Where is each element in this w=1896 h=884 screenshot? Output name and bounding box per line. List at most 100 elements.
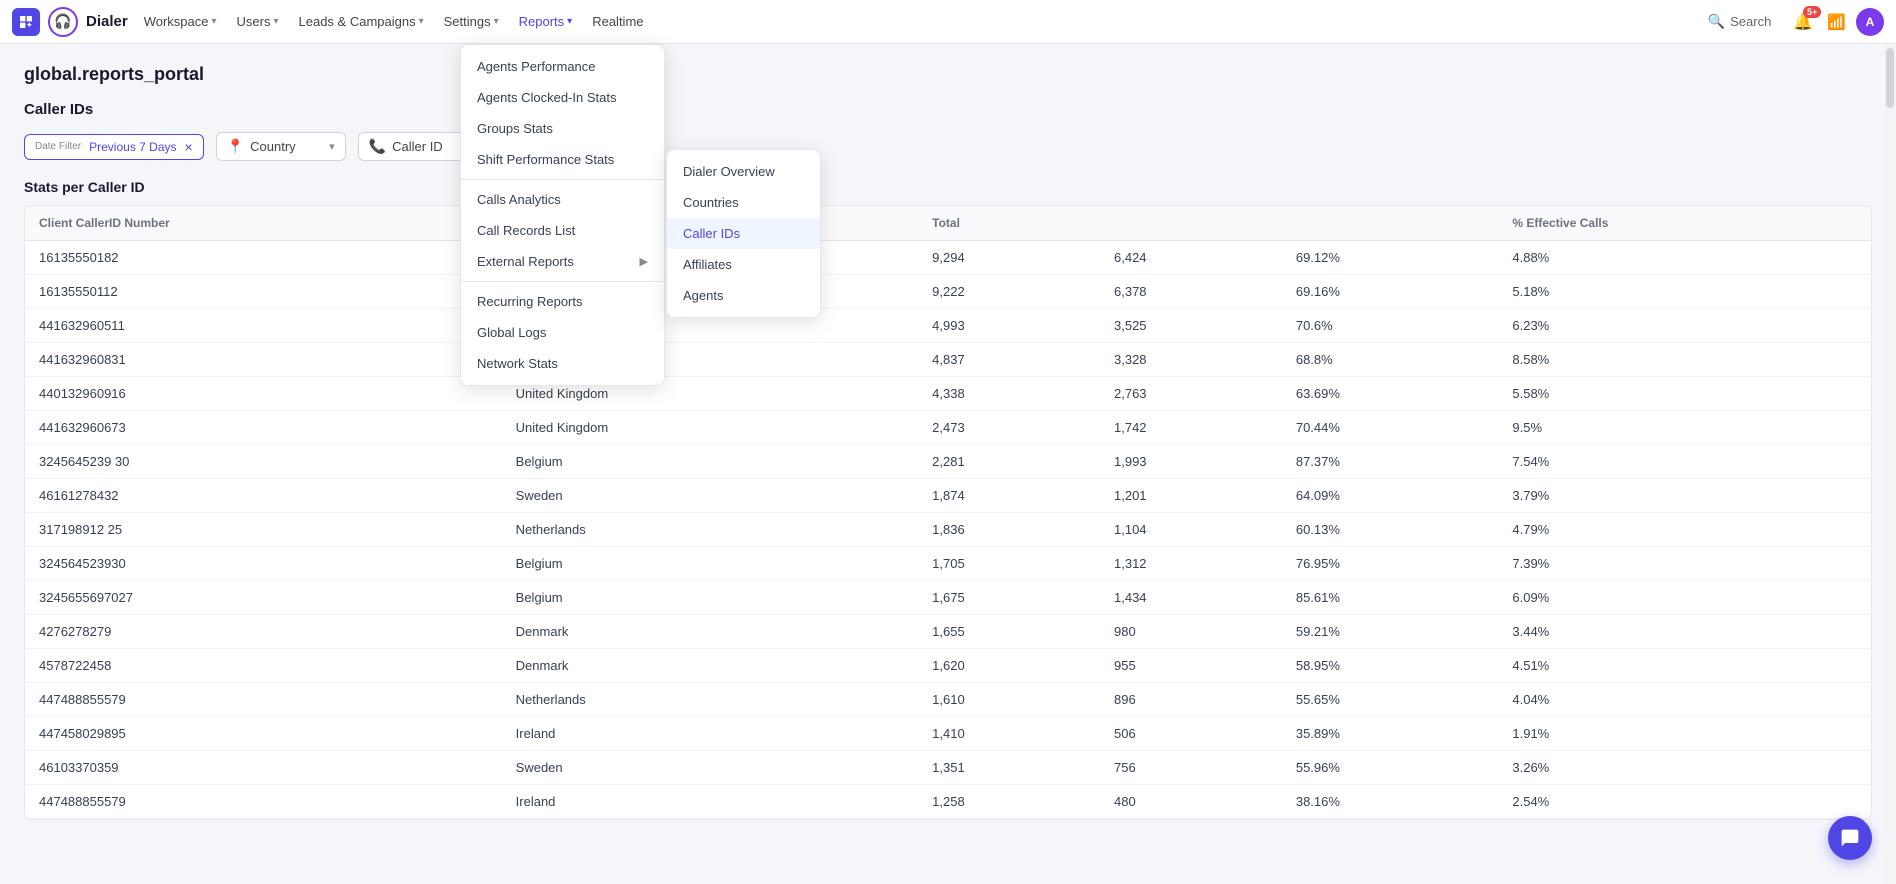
scrollbar-thumb[interactable] bbox=[1886, 48, 1894, 108]
cell-country: Netherlands bbox=[502, 513, 919, 547]
col-header-val2 bbox=[1100, 206, 1282, 241]
cell-number: 317198912 25 bbox=[25, 513, 502, 547]
cell-total: 1,351 bbox=[918, 751, 1100, 785]
cell-number: 16135550182 bbox=[25, 241, 502, 275]
cell-pct1: 55.65% bbox=[1282, 683, 1499, 717]
cell-country: Belgium bbox=[502, 445, 919, 479]
submenu-caller-ids[interactable]: Caller IDs bbox=[667, 218, 820, 249]
search-button[interactable]: 🔍 Search bbox=[1700, 9, 1780, 34]
stats-section-title: Stats per Caller ID bbox=[24, 179, 1872, 195]
cell-total: 1,258 bbox=[918, 785, 1100, 819]
cell-val2: 1,742 bbox=[1100, 411, 1282, 445]
menu-agents-clockedin[interactable]: Agents Clocked-In Stats bbox=[461, 82, 664, 113]
cell-val2: 480 bbox=[1100, 785, 1282, 819]
cell-number: 441632960511 bbox=[25, 309, 502, 343]
cell-pct1: 87.37% bbox=[1282, 445, 1499, 479]
cell-number: 4578722458 bbox=[25, 649, 502, 683]
cell-pct2: 4.04% bbox=[1498, 683, 1871, 717]
cell-country: Denmark bbox=[502, 615, 919, 649]
chevron-down-icon: ▾ bbox=[212, 16, 217, 27]
table-row: 317198912 25 Netherlands 1,836 1,104 60.… bbox=[25, 513, 1871, 547]
phone-icon: 📞 bbox=[369, 138, 386, 155]
cell-total: 4,338 bbox=[918, 377, 1100, 411]
cell-total: 2,281 bbox=[918, 445, 1100, 479]
chevron-down-icon: ▾ bbox=[273, 16, 278, 27]
menu-agents-performance[interactable]: Agents Performance bbox=[461, 51, 664, 82]
cell-number: 441632960831 bbox=[25, 343, 502, 377]
menu-external-reports[interactable]: External Reports ▶ bbox=[461, 246, 664, 277]
notification-badge: 5+ bbox=[1803, 6, 1821, 18]
location-icon: 📍 bbox=[227, 138, 244, 155]
table-row: 4276278279 Denmark 1,655 980 59.21% 3.44… bbox=[25, 615, 1871, 649]
cell-pct2: 5.18% bbox=[1498, 275, 1871, 309]
table-row: 441632960831 United Kingdom 4,837 3,328 … bbox=[25, 343, 1871, 377]
cell-total: 1,705 bbox=[918, 547, 1100, 581]
notification-button[interactable]: 🔔 5+ bbox=[1789, 8, 1817, 36]
cell-pct1: 59.21% bbox=[1282, 615, 1499, 649]
filters-bar: Date Filter Previous 7 Days × 📍 Country … bbox=[24, 132, 1872, 161]
cell-number: 4276278279 bbox=[25, 615, 502, 649]
table-header-row: Client CallerID Number Country → Country… bbox=[25, 206, 1871, 241]
menu-network-stats[interactable]: Network Stats bbox=[461, 348, 664, 379]
menu-groups-stats[interactable]: Groups Stats bbox=[461, 113, 664, 144]
cell-number: 3245655697027 bbox=[25, 581, 502, 615]
cell-number: 16135550112 bbox=[25, 275, 502, 309]
cell-number: 324564523930 bbox=[25, 547, 502, 581]
cell-total: 1,675 bbox=[918, 581, 1100, 615]
cell-pct1: 60.13% bbox=[1282, 513, 1499, 547]
cell-val2: 896 bbox=[1100, 683, 1282, 717]
brand-name: Dialer bbox=[86, 13, 128, 30]
submenu-dialer-overview[interactable]: Dialer Overview bbox=[667, 156, 820, 187]
cell-val2: 756 bbox=[1100, 751, 1282, 785]
cell-country: Ireland bbox=[502, 717, 919, 751]
nav-item-realtime[interactable]: Realtime bbox=[582, 8, 653, 35]
cell-total: 1,620 bbox=[918, 649, 1100, 683]
scrollbar-track[interactable] bbox=[1884, 44, 1896, 884]
fab-button[interactable] bbox=[1828, 816, 1872, 860]
cell-pct1: 64.09% bbox=[1282, 479, 1499, 513]
submenu-countries[interactable]: Countries bbox=[667, 187, 820, 218]
table-row: 46103370359 Sweden 1,351 756 55.96% 3.26… bbox=[25, 751, 1871, 785]
cell-total: 4,837 bbox=[918, 343, 1100, 377]
table-row: 16135550112 Canada 9,222 6,378 69.16% 5.… bbox=[25, 275, 1871, 309]
nav-items: Workspace ▾ Users ▾ Leads & Campaigns ▾ … bbox=[134, 8, 1700, 35]
nav-item-workspace[interactable]: Workspace ▾ bbox=[134, 8, 227, 35]
menu-call-records[interactable]: Call Records List bbox=[461, 215, 664, 246]
page-title: global.reports_portal bbox=[24, 64, 1872, 85]
country-filter[interactable]: 📍 Country ▾ bbox=[216, 132, 346, 161]
menu-shift-performance[interactable]: Shift Performance Stats bbox=[461, 144, 664, 175]
table-row: 3245645239 30 Belgium 2,281 1,993 87.37%… bbox=[25, 445, 1871, 479]
cell-pct2: 6.09% bbox=[1498, 581, 1871, 615]
cell-pct2: 5.58% bbox=[1498, 377, 1871, 411]
cell-pct1: 55.96% bbox=[1282, 751, 1499, 785]
menu-recurring-reports[interactable]: Recurring Reports bbox=[461, 286, 664, 317]
avatar[interactable]: A bbox=[1856, 8, 1884, 36]
cell-total: 1,874 bbox=[918, 479, 1100, 513]
logo-area: 🎧 Dialer bbox=[12, 7, 128, 37]
table-container: Client CallerID Number Country → Country… bbox=[24, 205, 1872, 820]
cell-val2: 1,434 bbox=[1100, 581, 1282, 615]
cell-country: Belgium bbox=[502, 547, 919, 581]
cell-total: 1,410 bbox=[918, 717, 1100, 751]
nav-item-leads[interactable]: Leads & Campaigns ▾ bbox=[289, 8, 434, 35]
nav-item-reports[interactable]: Reports ▾ bbox=[509, 8, 583, 35]
cell-pct2: 4.79% bbox=[1498, 513, 1871, 547]
app-logo[interactable] bbox=[12, 8, 40, 36]
menu-global-logs[interactable]: Global Logs bbox=[461, 317, 664, 348]
stats-section: Stats per Caller ID Client CallerID Numb… bbox=[24, 179, 1872, 820]
cell-pct1: 76.95% bbox=[1282, 547, 1499, 581]
menu-calls-analytics[interactable]: Calls Analytics bbox=[461, 184, 664, 215]
remove-icon[interactable]: × bbox=[185, 140, 193, 154]
chevron-down-icon: ▾ bbox=[419, 16, 424, 27]
external-submenu: Dialer Overview Countries Caller IDs Aff… bbox=[666, 149, 821, 318]
cell-val2: 3,525 bbox=[1100, 309, 1282, 343]
nav-item-users[interactable]: Users ▾ bbox=[227, 8, 289, 35]
cell-number: 46161278432 bbox=[25, 479, 502, 513]
fab-icon bbox=[1840, 828, 1860, 848]
submenu-affiliates[interactable]: Affiliates bbox=[667, 249, 820, 280]
date-filter-chip[interactable]: Date Filter Previous 7 Days × bbox=[24, 134, 204, 160]
cell-number: 447458029895 bbox=[25, 717, 502, 751]
nav-item-settings[interactable]: Settings ▾ bbox=[434, 8, 509, 35]
cell-number: 440132960916 bbox=[25, 377, 502, 411]
submenu-agents[interactable]: Agents bbox=[667, 280, 820, 311]
